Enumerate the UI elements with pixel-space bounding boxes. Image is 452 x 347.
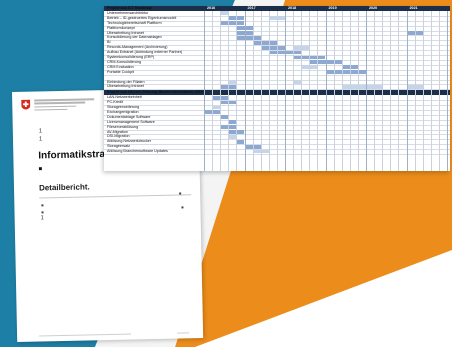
grid-column-line: [366, 11, 367, 171]
roadmap-bar: [220, 115, 229, 120]
grid-column-line: [228, 11, 229, 171]
grid-column-line: [252, 11, 254, 171]
roadmap-bar: [228, 80, 237, 84]
subtitle-rule: [39, 194, 192, 199]
roadmap-bar: [293, 80, 302, 84]
doc-bullet-1: 1: [38, 128, 43, 135]
roadmap-bar: [220, 21, 245, 26]
roadmap-bar: [325, 70, 366, 75]
grid-column-line: [220, 11, 221, 171]
roadmap-bar: [236, 35, 261, 40]
doc-bullet-3: 1: [40, 215, 45, 222]
roadmap-bar: [260, 45, 285, 50]
grid-column-line: [438, 11, 440, 171]
grid-column-line: [236, 11, 237, 171]
grid-column-line: [406, 11, 407, 171]
grid-column-line: [309, 11, 310, 171]
grid-column-line: [374, 11, 375, 171]
roadmap-bar: [236, 139, 245, 144]
doc-dot: [41, 211, 44, 214]
roadmap-bar: [252, 40, 277, 45]
grid-column-line: [357, 11, 359, 171]
grid-column-line: [341, 11, 343, 171]
grid-column-line: [390, 11, 391, 171]
grid-column-line: [285, 11, 286, 171]
footer-text: [39, 333, 132, 337]
grid-column-line: [276, 11, 278, 171]
grid-column-line: [422, 11, 424, 171]
grid-column-line: [204, 11, 205, 171]
roadmap-bar: [228, 134, 237, 139]
grid-column-line: [268, 11, 270, 171]
grid-column-line: [430, 11, 432, 171]
grid-column-line: [212, 11, 213, 171]
grid-column-line: [382, 11, 383, 171]
ict-roadmap-sheet: Projekt aus ICT Roadmap 2016 2017 2018 2019 2…: [104, 6, 450, 171]
grid-column-line: [317, 11, 318, 171]
grid-column-line: [325, 11, 326, 171]
grid-column-line: [293, 11, 294, 171]
federal-administration-header: [34, 98, 95, 112]
footer-page: [177, 332, 190, 334]
grid-column-line: [333, 11, 335, 171]
doc-dot: [41, 204, 44, 207]
roadmap-bar: [341, 84, 383, 89]
grid-column-line: [260, 11, 262, 171]
grid-column-line: [301, 11, 302, 171]
document-subtitle: Detailbericht.: [38, 182, 90, 193]
grid-column-line: [349, 11, 351, 171]
doc-dot: [179, 192, 182, 195]
swiss-cross-icon: [21, 99, 31, 110]
roadmap-bar: [212, 105, 221, 110]
doc-bullet-2: 1: [38, 136, 43, 143]
title-marker: ■: [38, 166, 43, 173]
roadmap-bar: [228, 120, 237, 125]
grid-column-line: [398, 11, 399, 171]
roadmap-bar: [220, 11, 229, 16]
doc-dot: [181, 206, 184, 209]
grid-column-line: [244, 11, 245, 171]
grid-column-line: [414, 11, 416, 171]
grid-column-line: [447, 11, 448, 171]
